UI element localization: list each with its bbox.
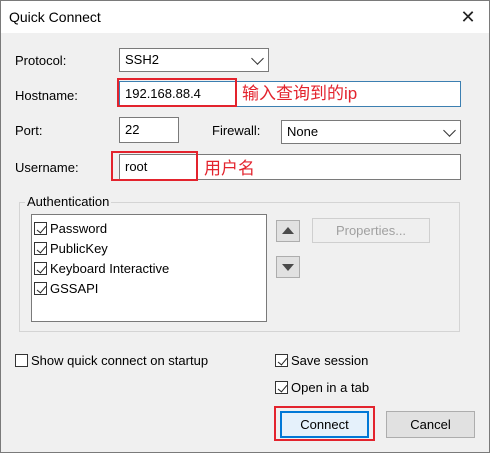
quick-connect-dialog: Quick Connect ✕ Protocol: SSH2 Hostname:… xyxy=(0,0,490,453)
save-session-option[interactable]: Save session xyxy=(275,351,368,371)
auth-item-gssapi[interactable]: GSSAPI xyxy=(34,279,98,299)
move-up-button[interactable] xyxy=(276,220,300,242)
protocol-value: SSH2 xyxy=(125,52,159,67)
username-value: root xyxy=(125,159,148,174)
save-session-label: Save session xyxy=(291,353,369,368)
move-down-button[interactable] xyxy=(276,256,300,278)
port-label: Port: xyxy=(15,123,43,138)
cancel-button[interactable]: Cancel xyxy=(386,411,475,438)
chevron-down-icon xyxy=(443,124,456,137)
checkbox-checked-icon[interactable] xyxy=(34,222,47,236)
firewall-value: None xyxy=(287,124,319,139)
hostname-label: Hostname: xyxy=(15,88,78,103)
authentication-title: Authentication xyxy=(25,194,112,209)
show-on-startup-label: Show quick connect on startup xyxy=(31,353,209,368)
checkbox-checked-icon[interactable] xyxy=(275,381,288,395)
checkbox-checked-icon[interactable] xyxy=(34,282,47,296)
properties-button[interactable]: Properties... xyxy=(312,218,430,243)
window-title: Quick Connect xyxy=(9,9,101,25)
arrow-down-icon xyxy=(282,264,294,271)
hostname-annotation: 输入查询到的ip xyxy=(242,84,358,103)
port-input[interactable]: 22 xyxy=(119,117,179,143)
checkbox-checked-icon[interactable] xyxy=(34,242,47,256)
open-in-tab-label: Open in a tab xyxy=(291,380,370,395)
title-bar: Quick Connect ✕ xyxy=(1,1,489,33)
hostname-value: 192.168.88.4 xyxy=(125,86,201,101)
auth-item-label: Keyboard Interactive xyxy=(50,261,170,276)
connect-button[interactable]: Connect xyxy=(280,411,369,438)
protocol-select[interactable]: SSH2 xyxy=(119,48,269,72)
auth-item-label: GSSAPI xyxy=(50,281,99,296)
checkbox-unchecked-icon[interactable] xyxy=(15,354,28,368)
firewall-select[interactable]: None xyxy=(281,120,461,144)
protocol-label: Protocol: xyxy=(15,53,67,68)
authentication-list: Password PublicKey Keyboard Interactive … xyxy=(31,214,267,322)
close-icon[interactable]: ✕ xyxy=(455,5,481,29)
checkbox-checked-icon[interactable] xyxy=(275,354,288,368)
auth-item-publickey[interactable]: PublicKey xyxy=(34,239,108,259)
port-value: 22 xyxy=(125,122,140,137)
auth-item-label: Password xyxy=(50,221,108,236)
arrow-up-icon xyxy=(282,227,294,234)
username-input[interactable]: root xyxy=(119,154,461,180)
username-label: Username: xyxy=(15,160,79,175)
auth-item-keyboard-interactive[interactable]: Keyboard Interactive xyxy=(34,259,169,279)
show-on-startup-option[interactable]: Show quick connect on startup xyxy=(15,351,208,371)
open-in-tab-option[interactable]: Open in a tab xyxy=(275,378,369,398)
auth-item-label: PublicKey xyxy=(50,241,108,256)
chevron-down-icon xyxy=(251,52,264,65)
firewall-label: Firewall: xyxy=(212,123,261,138)
auth-item-password[interactable]: Password xyxy=(34,219,107,239)
checkbox-checked-icon[interactable] xyxy=(34,262,47,276)
username-annotation: 用户名 xyxy=(204,159,255,178)
